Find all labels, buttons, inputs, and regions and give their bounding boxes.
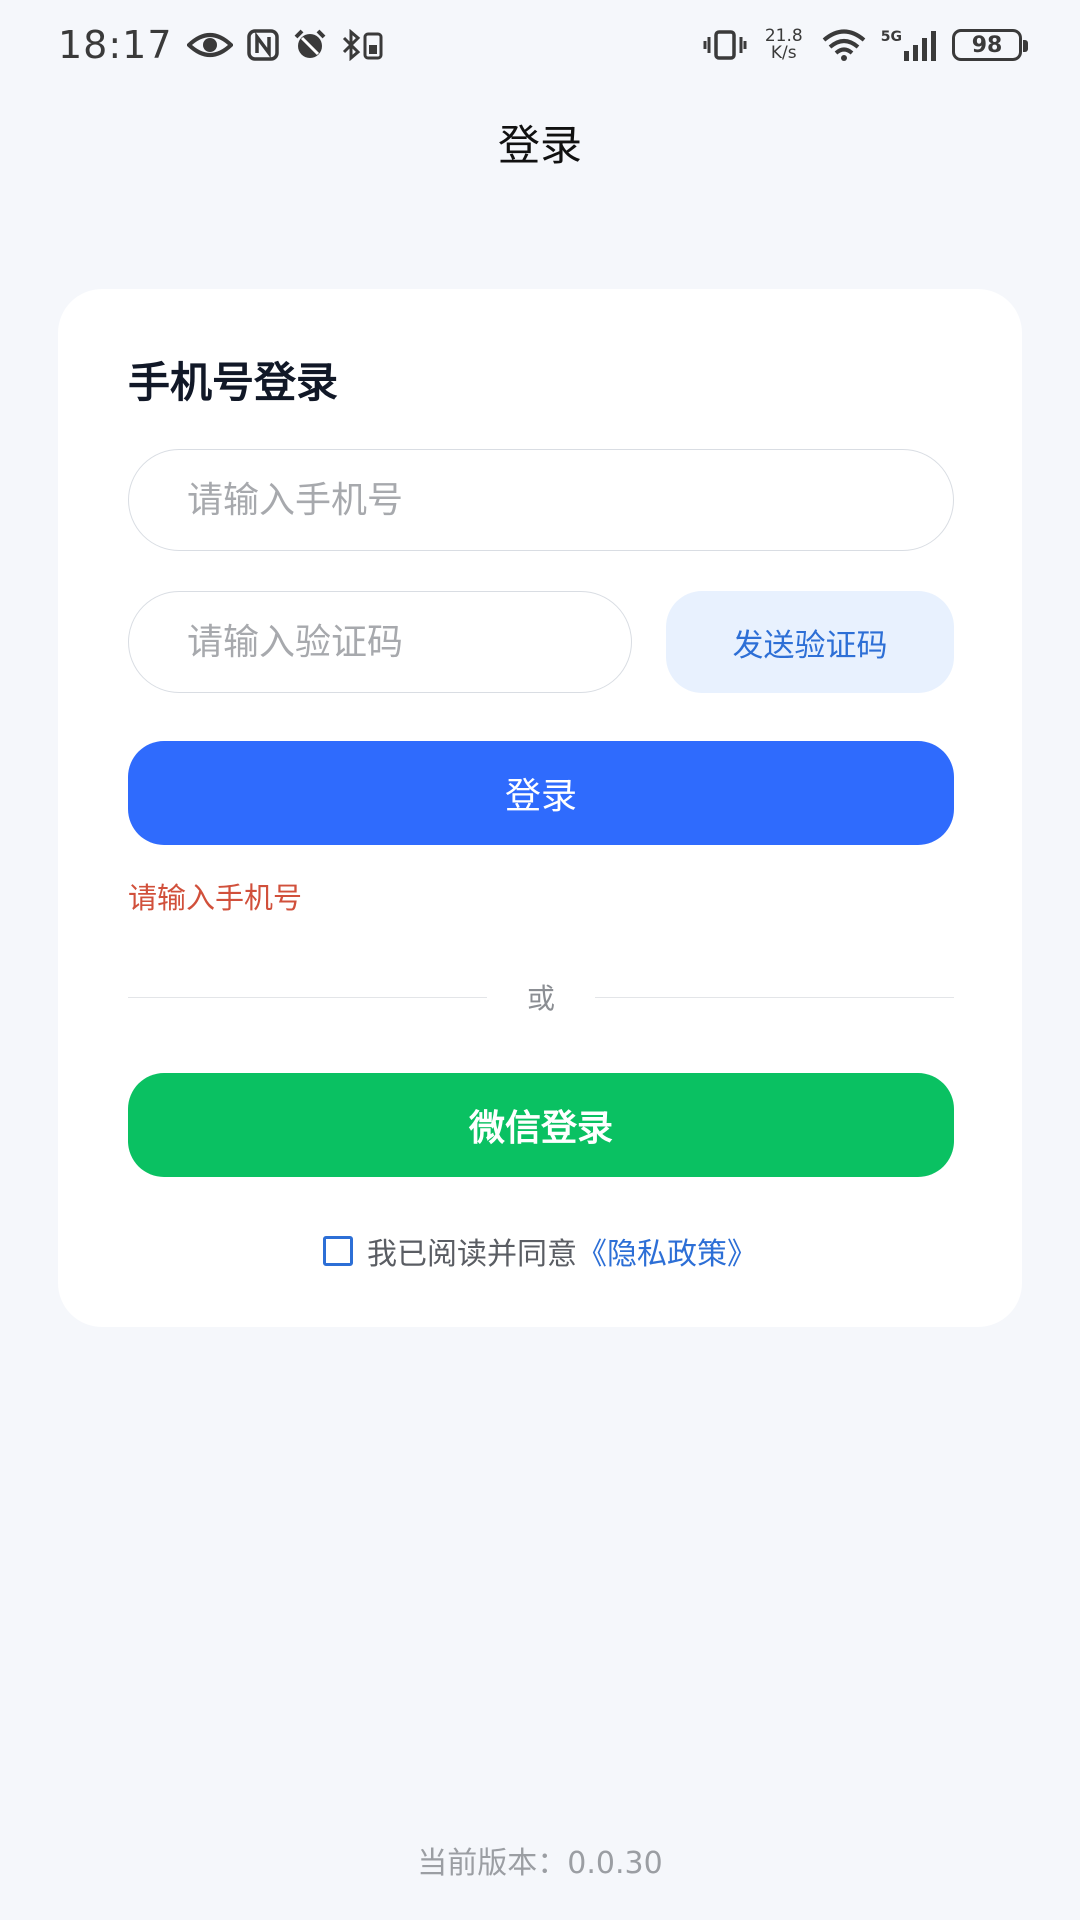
battery-indicator: 98 [952, 29, 1028, 61]
status-time: 18:17 [58, 23, 173, 67]
login-card: 手机号登录 发送验证码 登录 请输入手机号 或 微信登录 我已阅读并同意《隐私政… [58, 289, 1022, 1327]
send-code-button[interactable]: 发送验证码 [666, 591, 954, 693]
login-page: 18:17 21.8 K/s 5G 98 登录 手机号登录 请输入手机号 请输入… [0, 0, 1080, 1920]
vibrate-icon [703, 29, 747, 61]
version-label: 当前版本：0.0.30 [417, 1846, 663, 1881]
privacy-policy-link[interactable]: 《隐私政策》 [577, 1229, 757, 1273]
page-title: 登录 [497, 121, 582, 170]
agreement-row: 我已阅读并同意 《隐私政策》 [58, 1229, 1022, 1273]
divider-line-left [128, 996, 487, 998]
agreement-text: 我已阅读并同意 [367, 1237, 577, 1272]
wechat-login-button[interactable]: 微信登录 [128, 1073, 954, 1177]
signal-label: 5G [880, 29, 902, 45]
error-message: 请输入手机号 [128, 881, 303, 915]
bluetooth-icon [341, 29, 385, 61]
card-title: 手机号登录 [128, 358, 339, 407]
network-speed-unit: K/s [770, 43, 797, 63]
divider-line-right [595, 996, 955, 998]
status-bar-left: 18:17 [58, 23, 385, 67]
cellular-signal-icon: 5G [881, 29, 938, 61]
eye-icon [186, 31, 233, 59]
network-speed: 21.8 K/s [761, 28, 807, 62]
agreement-checkbox[interactable] [323, 1236, 353, 1266]
wifi-icon [821, 29, 867, 61]
status-bar: 18:17 21.8 K/s 5G 98 [0, 0, 1080, 90]
verification-code-input[interactable] [128, 591, 632, 693]
nfc-icon [246, 29, 279, 61]
or-divider: 或 [128, 977, 955, 1017]
divider-label: 或 [527, 982, 556, 1015]
alarm-icon [293, 29, 327, 61]
phone-input[interactable] [128, 449, 954, 551]
status-bar-right: 21.8 K/s 5G 98 [703, 28, 1028, 62]
login-button[interactable]: 登录 [128, 741, 954, 845]
